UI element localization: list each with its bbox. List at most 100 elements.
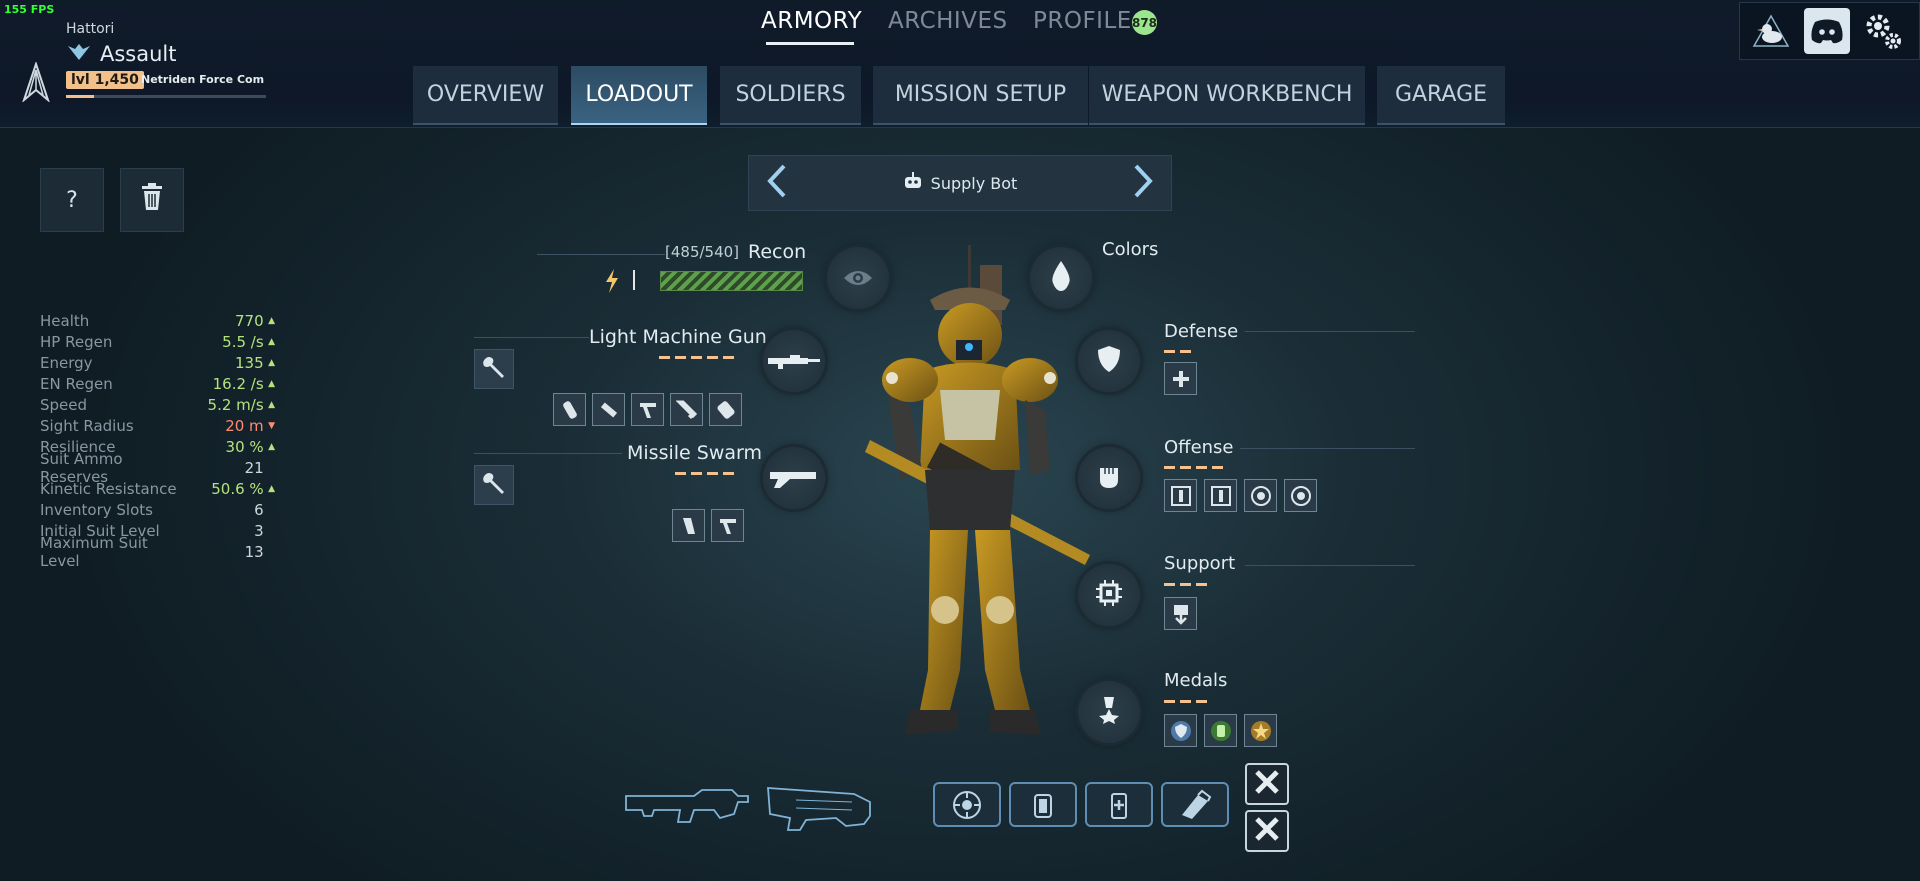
tab-garage[interactable]: GARAGE (1377, 66, 1505, 125)
bot-label-wrap: Supply Bot (903, 172, 1017, 194)
offense-divider (1240, 448, 1415, 449)
tier-dash (1164, 350, 1175, 353)
stat-label: Speed (40, 395, 88, 414)
prev-bot-button[interactable] (767, 164, 787, 202)
profile-notification-badge: 878 (1132, 10, 1157, 35)
stat-value: 5.5 /s (222, 332, 264, 351)
stat-row: Speed 5.2 m/s ▲ (40, 394, 275, 415)
discord-icon[interactable] (1804, 8, 1850, 54)
xp-progress-bar (66, 95, 266, 98)
secondary-workbench-button[interactable] (474, 465, 514, 505)
remove-slot-button[interactable] (1245, 763, 1289, 805)
mod-slot[interactable] (1284, 479, 1317, 512)
tier-dash (1196, 583, 1207, 586)
medals-label: Medals (1164, 670, 1228, 691)
medals-button[interactable] (1078, 681, 1140, 743)
medal-slot[interactable] (1244, 714, 1277, 747)
bot-selector: Supply Bot (748, 155, 1172, 211)
stat-row: Suit Ammo Reserves 21 (40, 450, 275, 486)
tier-dash (723, 356, 734, 359)
mod-slot[interactable] (592, 393, 625, 426)
tab-profile[interactable]: PROFILE (1033, 8, 1132, 34)
support-button[interactable] (1078, 564, 1140, 626)
close-icon (1253, 815, 1281, 847)
mod-slot[interactable] (711, 509, 744, 542)
arrow-down-icon: ▼ (268, 420, 275, 431)
suit-capacity: [485/540] (665, 243, 740, 261)
colors-button[interactable] (1030, 247, 1092, 309)
medals-tier (1164, 700, 1207, 703)
tier-dash (691, 356, 702, 359)
stat-label: Sight Radius (40, 416, 134, 435)
next-bot-button[interactable] (1133, 164, 1153, 202)
tier-dash (1212, 466, 1223, 469)
mod-slot[interactable] (1244, 479, 1277, 512)
secondary-divider (474, 453, 622, 454)
defense-divider (1245, 331, 1415, 332)
mod-slot[interactable] (709, 393, 742, 426)
stat-row: Inventory Slots 6 (40, 499, 275, 520)
stat-value: 21 (244, 458, 264, 477)
primary-workbench-button[interactable] (474, 349, 514, 389)
drop-icon (1049, 260, 1073, 296)
medal-slots (1164, 714, 1277, 747)
tier-dash (659, 356, 670, 359)
energy-separator (633, 270, 635, 290)
wrench-icon (481, 354, 507, 384)
gear-icon[interactable] (1860, 8, 1906, 54)
stat-label: Energy (40, 353, 93, 372)
remove-slot-button[interactable] (1245, 810, 1289, 852)
tab-armory[interactable]: ARMORY (761, 8, 862, 34)
primary-divider (474, 337, 589, 338)
mod-slot[interactable] (1164, 597, 1197, 630)
arrow-up-icon: ▲ (268, 399, 275, 410)
primary-weapon-preview (624, 786, 752, 830)
mod-slot[interactable] (1204, 479, 1237, 512)
mod-slot[interactable] (553, 393, 586, 426)
offense-button[interactable] (1078, 447, 1140, 509)
bot-ability-slot-3[interactable] (1085, 782, 1153, 827)
robot-icon (903, 172, 923, 194)
wrench-icon (481, 470, 507, 500)
medal-slot[interactable] (1164, 714, 1197, 747)
mod-slot[interactable] (672, 509, 705, 542)
tab-loadout[interactable]: LOADOUT (571, 66, 707, 125)
mod-slot[interactable] (670, 393, 703, 426)
support-label: Support (1164, 553, 1236, 574)
add-defense-slot[interactable] (1164, 362, 1197, 395)
primary-mods (553, 393, 742, 426)
stat-value: 16.2 /s (212, 374, 264, 393)
tab-soldiers[interactable]: SOLDIERS (720, 66, 861, 125)
bot-ability-slot-4[interactable] (1161, 782, 1229, 827)
soldier-model (830, 240, 1120, 770)
mod-slot[interactable] (631, 393, 664, 426)
stats-list: Health 770 ▲ HP Regen 5.5 /s ▲ Energy 135 ▲ EN Re… (40, 310, 275, 570)
bot-ability-slot-2[interactable] (1009, 782, 1077, 827)
stat-label: EN Regen (40, 374, 113, 393)
tab-weapon-workbench[interactable]: WEAPON WORKBENCH (1089, 66, 1365, 125)
arrow-up-icon: ▲ (268, 483, 275, 494)
top-right-toolbar (1739, 2, 1920, 60)
defense-button[interactable] (1078, 330, 1140, 392)
primary-weapon-slot[interactable] (763, 330, 825, 392)
stat-label: Health (40, 311, 90, 330)
tab-archives[interactable]: ARCHIVES (888, 8, 1008, 34)
secondary-weapon-slot[interactable] (763, 447, 825, 509)
stat-row: Energy 135 ▲ (40, 352, 275, 373)
bot-ability-slot-1[interactable] (933, 782, 1001, 827)
primary-weapon-tier (659, 356, 734, 359)
help-button[interactable]: ? (40, 168, 104, 232)
tier-dash (691, 472, 702, 475)
stat-label: Maximum Suit Level (40, 533, 148, 570)
tier-dash (1164, 700, 1175, 703)
duck-icon[interactable] (1748, 8, 1794, 54)
tab-mission-setup[interactable]: MISSION SETUP (873, 66, 1088, 125)
trash-icon (139, 183, 165, 217)
medal-slot[interactable] (1204, 714, 1237, 747)
tab-overview[interactable]: OVERVIEW (413, 66, 558, 125)
delete-button[interactable] (120, 168, 184, 232)
stat-row: Health 770 ▲ (40, 310, 275, 331)
tier-dash (675, 472, 686, 475)
mod-slot[interactable] (1164, 479, 1197, 512)
wings-icon (66, 42, 92, 66)
